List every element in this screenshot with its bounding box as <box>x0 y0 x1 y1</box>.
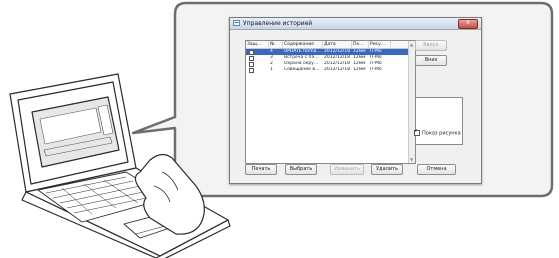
col-date[interactable]: Дата <box>323 41 352 48</box>
select-button[interactable]: Выбрать <box>285 164 317 175</box>
show-picture-label: Показ рисунка <box>422 130 461 137</box>
row-date: 2012/12/18 <box>324 67 350 72</box>
row-number: 1 <box>270 67 273 72</box>
col-period[interactable]: Пе... <box>352 41 369 48</box>
print-button[interactable]: Печать <box>245 164 277 175</box>
illustration: Управление историей x Защ... № Содержани… <box>0 0 559 258</box>
close-icon: x <box>466 19 470 26</box>
scroll-down-icon[interactable]: ▼ <box>410 157 413 162</box>
row-content: Совещание в... <box>284 67 320 72</box>
col-picture[interactable]: Рису... <box>369 41 391 48</box>
show-picture-option[interactable]: Показ рисунка <box>414 128 461 137</box>
list-header: Защ... № Содержание Дата Пе... Рису... <box>246 41 409 49</box>
cancel-button[interactable]: Отмена <box>417 164 456 175</box>
close-button[interactable]: x <box>458 19 478 29</box>
window-title: Управление историей <box>243 20 313 27</box>
table-row[interactable]: 1 Совещание в... 2012/12/18 12мм П-Мо <box>246 67 409 73</box>
history-dialog: Управление историей x Защ... № Содержани… <box>229 17 482 184</box>
col-protect[interactable]: Защ... <box>246 41 269 48</box>
picture-preview <box>415 97 463 145</box>
history-list[interactable]: Защ... № Содержание Дата Пе... Рису... 4… <box>245 40 416 164</box>
protect-checkbox[interactable] <box>249 68 254 73</box>
scroll-up-icon[interactable]: ▲ <box>410 42 413 47</box>
app-icon <box>233 20 240 26</box>
col-number[interactable]: № <box>269 41 283 48</box>
vertical-scrollbar[interactable]: ▲ ▼ <box>408 41 415 163</box>
col-content[interactable]: Содержание <box>283 41 323 48</box>
title-bar: Управление историей x <box>230 18 481 30</box>
modify-button[interactable]: Изменить <box>330 164 364 175</box>
move-down-button[interactable]: Вниз <box>415 55 447 66</box>
show-picture-checkbox[interactable] <box>414 128 420 136</box>
move-up-button[interactable]: Вверх <box>415 40 447 51</box>
row-picture: П-Мо <box>370 67 382 72</box>
delete-button[interactable]: Удалить <box>371 164 403 175</box>
row-period: 12мм <box>353 67 366 72</box>
